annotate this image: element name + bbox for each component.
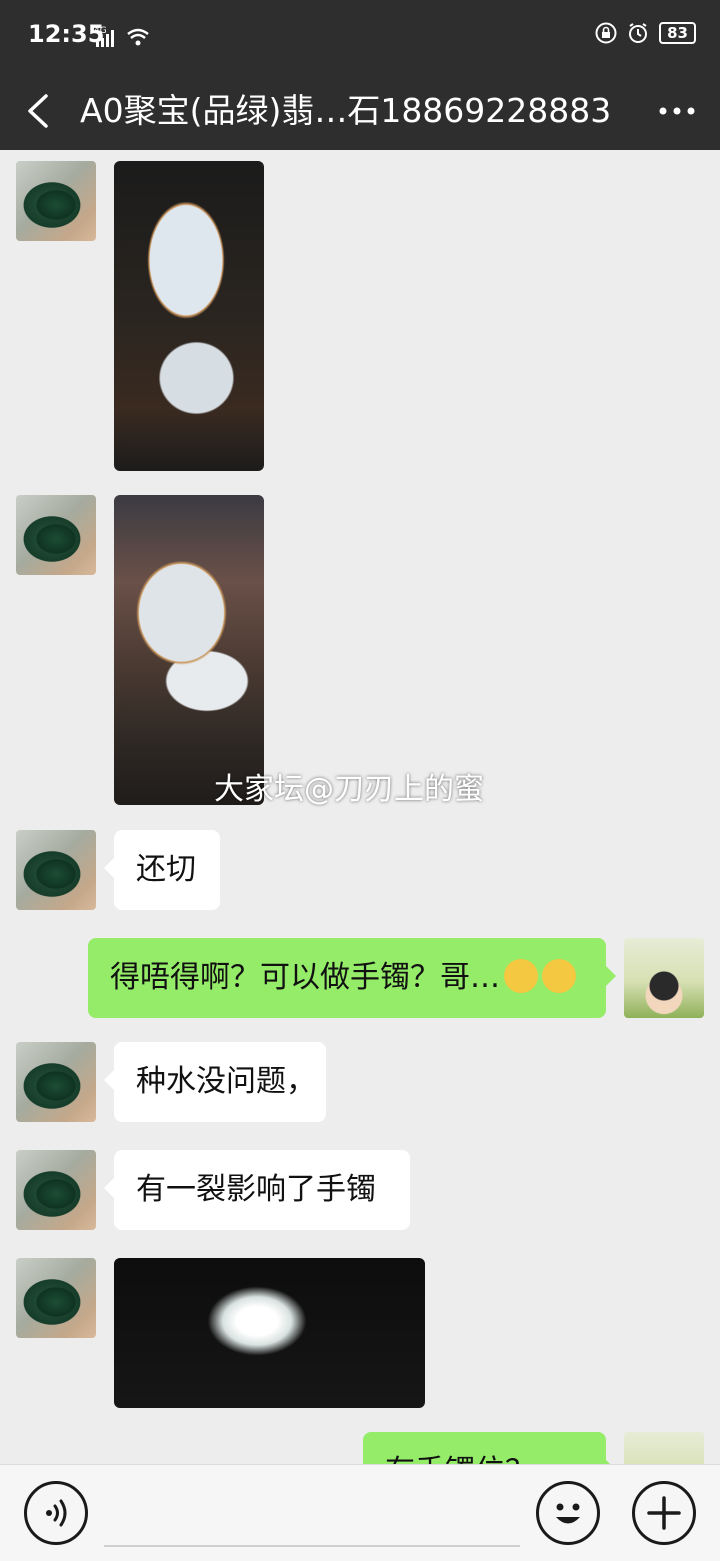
message-text: 有一裂影响了手镯 xyxy=(136,1172,376,1207)
text-message-received[interactable]: 种水没问题， xyxy=(104,1042,326,1122)
contact-avatar[interactable] xyxy=(16,161,96,241)
plus-icon xyxy=(647,1496,681,1530)
confused-emoji-icon xyxy=(504,958,538,993)
contact-avatar[interactable] xyxy=(16,1258,96,1338)
back-arrow-icon[interactable] xyxy=(22,86,62,136)
watermark: 大家坛@刀刃上的蜜 xyxy=(214,772,484,807)
input-bar xyxy=(0,1464,720,1561)
text-message-received[interactable]: 还切 xyxy=(104,830,220,910)
text-message-received[interactable]: 有一裂影响了手镯 xyxy=(104,1150,410,1230)
contact-avatar[interactable] xyxy=(16,1042,96,1122)
my-avatar[interactable] xyxy=(624,1432,704,1464)
network-type: 4G xyxy=(94,26,107,36)
image-message[interactable] xyxy=(114,1258,425,1408)
status-bar: 12:35 4G 83 xyxy=(0,0,720,72)
text-message-sent[interactable]: 有手镯位？ xyxy=(363,1432,616,1464)
voice-button[interactable] xyxy=(24,1481,88,1545)
image-message[interactable] xyxy=(114,495,264,805)
message-text: 种水没问题， xyxy=(136,1064,316,1099)
chat-title: A0聚宝(品绿)翡…石18869228883 xyxy=(80,91,612,130)
input-underline xyxy=(104,1545,520,1547)
emoji-icon xyxy=(556,1503,580,1524)
signal-icon: 4G xyxy=(94,26,149,47)
emoji-button[interactable] xyxy=(536,1481,600,1545)
battery-icon: 83 xyxy=(659,22,696,44)
more-icon[interactable] xyxy=(652,86,702,136)
contact-avatar[interactable] xyxy=(16,830,96,910)
text-message-sent[interactable]: 得唔得啊？可以做手镯？哥… xyxy=(88,938,616,1018)
voice-icon xyxy=(46,1499,67,1527)
message-text: 有手镯位？ xyxy=(385,1454,535,1464)
status-time: 12:35 xyxy=(28,20,105,48)
confused-emoji-icon xyxy=(542,958,576,993)
chat-message-list[interactable]: 大家坛@刀刃上的蜜 还切 得唔得啊？可以做手镯？哥… 种水没问题， 有一裂影响了… xyxy=(0,150,720,1464)
image-message[interactable] xyxy=(114,161,264,471)
contact-avatar[interactable] xyxy=(16,1150,96,1230)
message-text: 得唔得啊？可以做手镯？哥… xyxy=(110,960,500,995)
my-avatar[interactable] xyxy=(624,938,704,1018)
lock-icon xyxy=(595,22,617,44)
alarm-icon xyxy=(629,23,648,43)
more-functions-button[interactable] xyxy=(632,1481,696,1545)
contact-avatar[interactable] xyxy=(16,495,96,575)
message-input[interactable] xyxy=(104,1485,524,1543)
message-text: 还切 xyxy=(136,852,196,887)
chat-header: A0聚宝(品绿)翡…石18869228883 xyxy=(0,72,720,150)
